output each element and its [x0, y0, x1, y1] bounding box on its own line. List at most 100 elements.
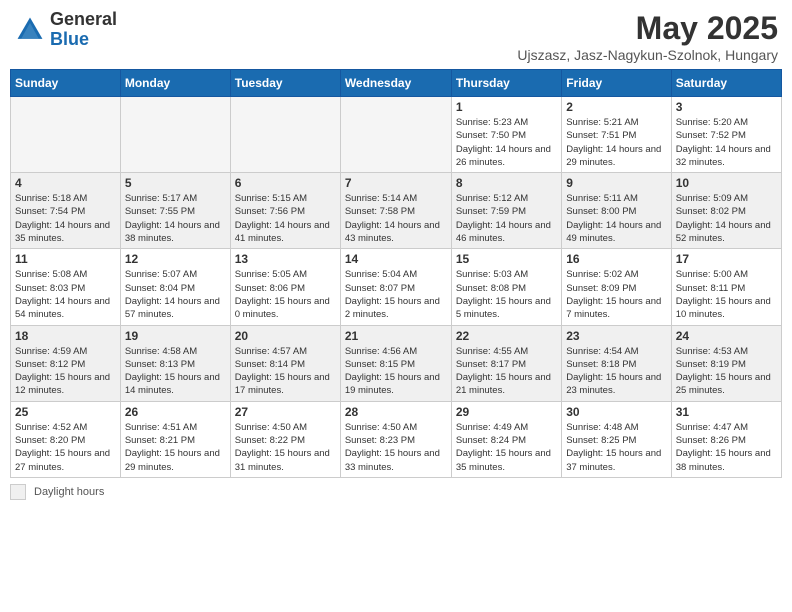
day-info: Sunrise: 5:20 AM Sunset: 7:52 PM Dayligh…: [676, 116, 777, 169]
day-number: 3: [676, 100, 777, 114]
calendar-day-cell: 7 Sunrise: 5:14 AM Sunset: 7:58 PM Daylig…: [340, 173, 451, 249]
title-section: May 2025 Ujszasz, Jasz-Nagykun-Szolnok, …: [517, 10, 778, 63]
day-info: Sunrise: 5:23 AM Sunset: 7:50 PM Dayligh…: [456, 116, 557, 169]
calendar-week-row: 11Sunrise: 5:08 AM Sunset: 8:03 PM Dayli…: [11, 249, 782, 325]
day-info: Sunrise: 5:04 AM Sunset: 8:07 PM Dayligh…: [345, 268, 447, 321]
day-number: 28: [345, 405, 447, 419]
day-info: Sunrise: 4:56 AM Sunset: 8:15 PM Dayligh…: [345, 345, 447, 398]
day-number: 8: [456, 176, 557, 190]
calendar-week-row: 4 Sunrise: 5:18 AM Sunset: 7:54 PM Daylig…: [11, 173, 782, 249]
day-number: 13: [235, 252, 336, 266]
day-info: Sunrise: 5:05 AM Sunset: 8:06 PM Dayligh…: [235, 268, 336, 321]
calendar-day-cell: 30 Sunrise: 4:48 AM Sunset: 8:25 PM Dayli…: [562, 401, 671, 477]
day-number: 17: [676, 252, 777, 266]
calendar-day-cell: 18Sunrise: 4:59 AM Sunset: 8:12 PM Dayli…: [11, 325, 121, 401]
calendar-day-cell: [11, 97, 121, 173]
day-number: 6: [235, 176, 336, 190]
legend-box: [10, 484, 26, 500]
day-info: Sunrise: 4:58 AM Sunset: 8:13 PM Dayligh…: [125, 345, 226, 398]
day-info: Sunrise: 4:57 AM Sunset: 8:14 PM Dayligh…: [235, 345, 336, 398]
day-info: Sunrise: 4:48 AM Sunset: 8:25 PM Dayligh…: [566, 421, 666, 474]
day-info: Sunrise: 4:54 AM Sunset: 8:18 PM Dayligh…: [566, 345, 666, 398]
calendar-day-cell: 26Sunrise: 4:51 AM Sunset: 8:21 PM Dayli…: [120, 401, 230, 477]
calendar-header-friday: Friday: [562, 70, 671, 97]
calendar-header-saturday: Saturday: [671, 70, 781, 97]
day-info: Sunrise: 5:12 AM Sunset: 7:59 PM Dayligh…: [456, 192, 557, 245]
day-info: Sunrise: 4:55 AM Sunset: 8:17 PM Dayligh…: [456, 345, 557, 398]
calendar-day-cell: 25 Sunrise: 4:52 AM Sunset: 8:20 PM Dayli…: [11, 401, 121, 477]
day-info: Sunrise: 5:07 AM Sunset: 8:04 PM Dayligh…: [125, 268, 226, 321]
day-number: 19: [125, 329, 226, 343]
day-info: Sunrise: 5:18 AM Sunset: 7:54 PM Dayligh…: [15, 192, 116, 245]
calendar-day-cell: 16 Sunrise: 5:02 AM Sunset: 8:09 PM Dayli…: [562, 249, 671, 325]
calendar-day-cell: 28Sunrise: 4:50 AM Sunset: 8:23 PM Dayli…: [340, 401, 451, 477]
day-number: 7: [345, 176, 447, 190]
day-info: Sunrise: 5:02 AM Sunset: 8:09 PM Dayligh…: [566, 268, 666, 321]
calendar-week-row: 25 Sunrise: 4:52 AM Sunset: 8:20 PM Dayli…: [11, 401, 782, 477]
calendar-day-cell: 31 Sunrise: 4:47 AM Sunset: 8:26 PM Dayli…: [671, 401, 781, 477]
calendar-header-sunday: Sunday: [11, 70, 121, 97]
calendar-day-cell: 17Sunrise: 5:00 AM Sunset: 8:11 PM Dayli…: [671, 249, 781, 325]
logo-text: General Blue: [50, 10, 117, 50]
footer: Daylight hours: [10, 484, 782, 500]
day-info: Sunrise: 5:14 AM Sunset: 7:58 PM Dayligh…: [345, 192, 447, 245]
calendar-day-cell: [340, 97, 451, 173]
calendar-day-cell: 5Sunrise: 5:17 AM Sunset: 7:55 PM Daylig…: [120, 173, 230, 249]
day-number: 11: [15, 252, 116, 266]
calendar-header-tuesday: Tuesday: [230, 70, 340, 97]
day-number: 15: [456, 252, 557, 266]
day-number: 27: [235, 405, 336, 419]
calendar-day-cell: 12 Sunrise: 5:07 AM Sunset: 8:04 PM Dayli…: [120, 249, 230, 325]
logo-general: General: [50, 10, 117, 30]
day-number: 22: [456, 329, 557, 343]
calendar-week-row: 1Sunrise: 5:23 AM Sunset: 7:50 PM Daylig…: [11, 97, 782, 173]
logo-blue: Blue: [50, 30, 117, 50]
calendar-day-cell: 29 Sunrise: 4:49 AM Sunset: 8:24 PM Dayli…: [451, 401, 561, 477]
calendar-week-row: 18Sunrise: 4:59 AM Sunset: 8:12 PM Dayli…: [11, 325, 782, 401]
calendar-day-cell: 14Sunrise: 5:04 AM Sunset: 8:07 PM Dayli…: [340, 249, 451, 325]
day-info: Sunrise: 4:52 AM Sunset: 8:20 PM Dayligh…: [15, 421, 116, 474]
day-info: Sunrise: 4:53 AM Sunset: 8:19 PM Dayligh…: [676, 345, 777, 398]
calendar-day-cell: 27 Sunrise: 4:50 AM Sunset: 8:22 PM Dayli…: [230, 401, 340, 477]
day-info: Sunrise: 5:15 AM Sunset: 7:56 PM Dayligh…: [235, 192, 336, 245]
calendar-table: SundayMondayTuesdayWednesdayThursdayFrid…: [10, 69, 782, 478]
day-info: Sunrise: 4:51 AM Sunset: 8:21 PM Dayligh…: [125, 421, 226, 474]
day-number: 24: [676, 329, 777, 343]
calendar-day-cell: 19 Sunrise: 4:58 AM Sunset: 8:13 PM Dayli…: [120, 325, 230, 401]
day-number: 20: [235, 329, 336, 343]
day-info: Sunrise: 4:59 AM Sunset: 8:12 PM Dayligh…: [15, 345, 116, 398]
day-info: Sunrise: 5:03 AM Sunset: 8:08 PM Dayligh…: [456, 268, 557, 321]
day-number: 16: [566, 252, 666, 266]
calendar-day-cell: 23 Sunrise: 4:54 AM Sunset: 8:18 PM Dayli…: [562, 325, 671, 401]
day-number: 4: [15, 176, 116, 190]
legend-label: Daylight hours: [34, 486, 104, 498]
logo-icon: [14, 14, 46, 46]
calendar-day-cell: 2Sunrise: 5:21 AM Sunset: 7:51 PM Daylig…: [562, 97, 671, 173]
day-info: Sunrise: 4:47 AM Sunset: 8:26 PM Dayligh…: [676, 421, 777, 474]
day-info: Sunrise: 5:21 AM Sunset: 7:51 PM Dayligh…: [566, 116, 666, 169]
calendar-day-cell: [120, 97, 230, 173]
calendar-day-cell: 13 Sunrise: 5:05 AM Sunset: 8:06 PM Dayli…: [230, 249, 340, 325]
day-info: Sunrise: 4:50 AM Sunset: 8:22 PM Dayligh…: [235, 421, 336, 474]
calendar-day-cell: [230, 97, 340, 173]
day-number: 9: [566, 176, 666, 190]
calendar-day-cell: 15 Sunrise: 5:03 AM Sunset: 8:08 PM Dayli…: [451, 249, 561, 325]
day-info: Sunrise: 5:11 AM Sunset: 8:00 PM Dayligh…: [566, 192, 666, 245]
calendar-header-monday: Monday: [120, 70, 230, 97]
day-number: 23: [566, 329, 666, 343]
calendar-day-cell: 22 Sunrise: 4:55 AM Sunset: 8:17 PM Dayli…: [451, 325, 561, 401]
day-info: Sunrise: 4:49 AM Sunset: 8:24 PM Dayligh…: [456, 421, 557, 474]
calendar-header-wednesday: Wednesday: [340, 70, 451, 97]
day-number: 12: [125, 252, 226, 266]
day-number: 31: [676, 405, 777, 419]
day-number: 29: [456, 405, 557, 419]
calendar-day-cell: 21Sunrise: 4:56 AM Sunset: 8:15 PM Dayli…: [340, 325, 451, 401]
logo: General Blue: [14, 10, 117, 50]
day-number: 10: [676, 176, 777, 190]
calendar-day-cell: 11Sunrise: 5:08 AM Sunset: 8:03 PM Dayli…: [11, 249, 121, 325]
calendar-header-row: SundayMondayTuesdayWednesdayThursdayFrid…: [11, 70, 782, 97]
day-number: 30: [566, 405, 666, 419]
day-info: Sunrise: 5:09 AM Sunset: 8:02 PM Dayligh…: [676, 192, 777, 245]
calendar-day-cell: 24 Sunrise: 4:53 AM Sunset: 8:19 PM Dayli…: [671, 325, 781, 401]
day-number: 25: [15, 405, 116, 419]
